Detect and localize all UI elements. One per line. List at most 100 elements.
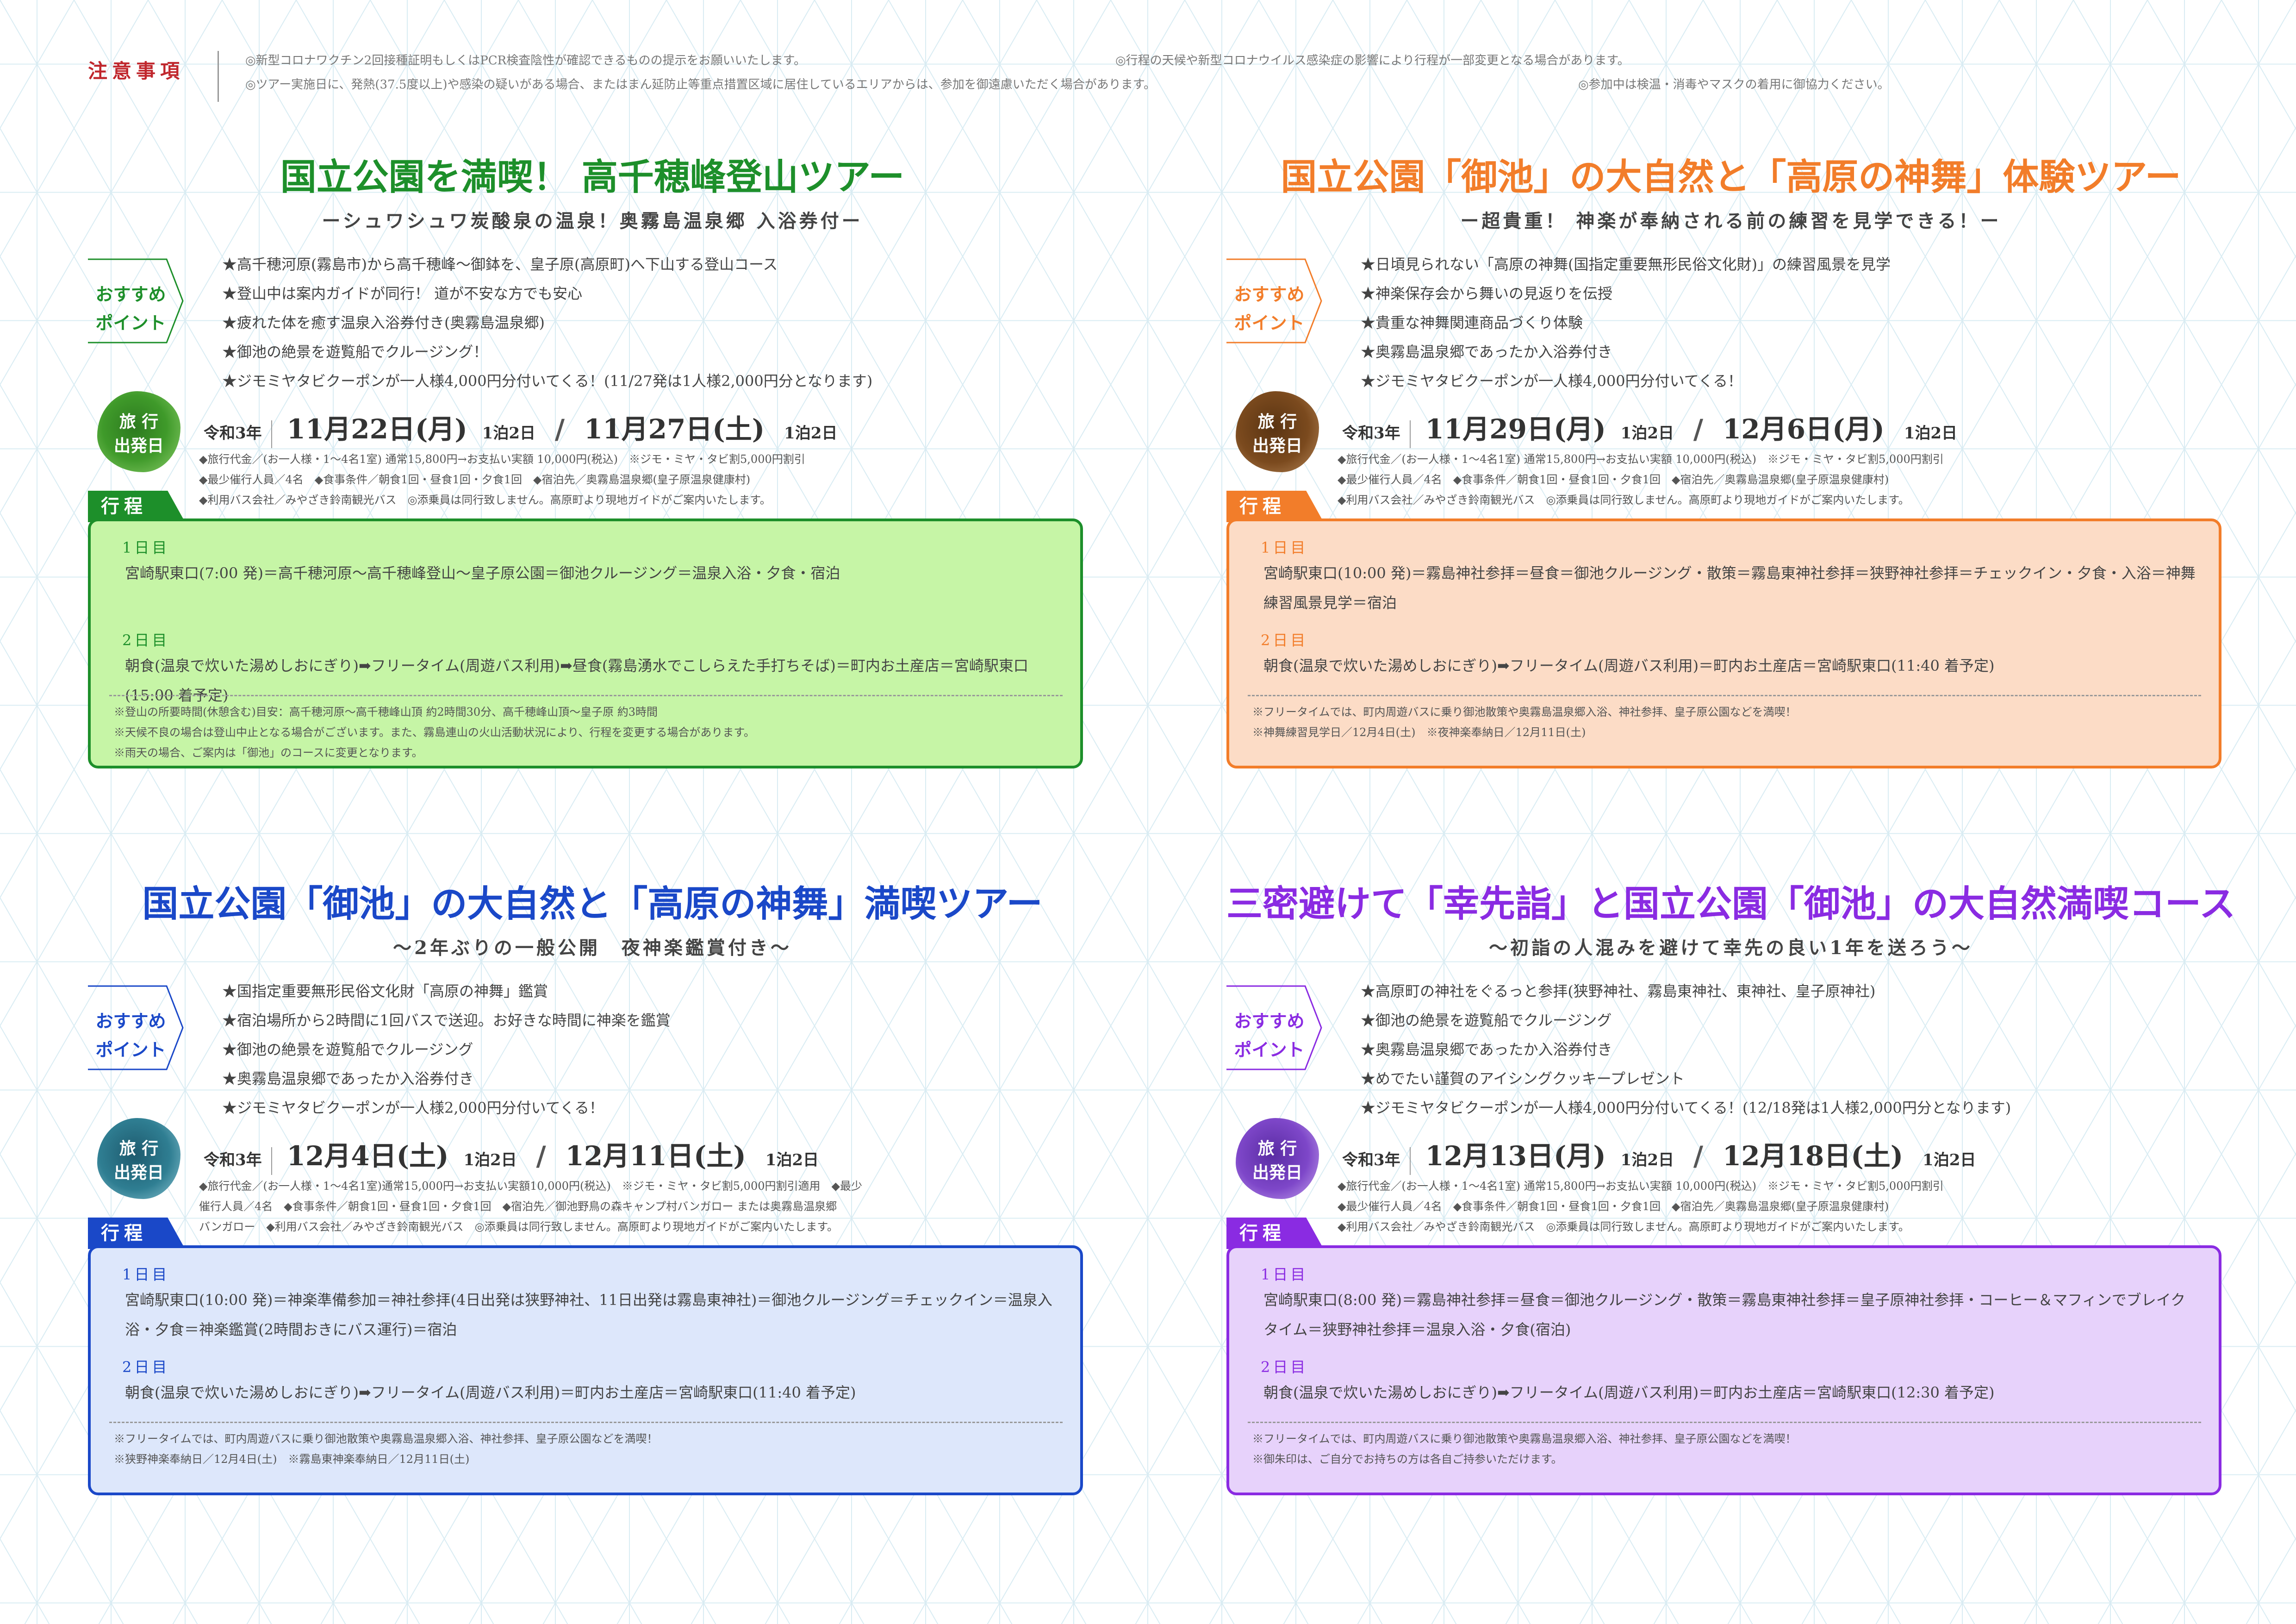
departure-nights-2: 1泊2日 [765, 1151, 819, 1169]
departure-nights-2: 1泊2日 [784, 424, 838, 443]
day-label: 2日目 [122, 1358, 170, 1376]
notice-item: ◎行程の天候や新型コロナウイルス感染症の影響により行程が一部変更となる場合があり… [1115, 54, 1630, 68]
itinerary-day-2: 2日目 朝食(温泉で炊いた湯めしおにぎり)➡フリータイム(周遊バス利用)＝町内お… [114, 1355, 1058, 1407]
itinerary-tab: 行程 [88, 491, 185, 522]
recommend-point: ★御池の絶景を遊覧船でクルージング！ [222, 343, 488, 361]
tour-fine-print-line: バンガロー ◆利用バス会社／みやざき鈴南観光バス ◎添乗員は同行致しません。高原… [199, 1220, 838, 1233]
recommend-point: ★疲れた体を癒す温泉入浴券付き(奥霧島温泉郷) [222, 314, 545, 331]
itinerary-notes: ※フリータイムでは、町内周遊バスに乗り御池散策や奥霧島温泉郷入浴、神社参拝、皇子… [1252, 702, 2196, 743]
recommend-label-line: ポイント [95, 1039, 166, 1060]
itinerary-note-line: ※フリータイムでは、町内周遊バスに乗り御池散策や奥霧島温泉郷入浴、神社参拝、皇子… [1252, 706, 1797, 718]
day-text: 朝食(温泉で炊いた湯めしおにぎり)➡フリータイム(周遊バス利用)＝町内お土産店＝… [1263, 657, 1995, 675]
departure-era: 令和3年 [204, 424, 262, 443]
recommend-point: ★日頃見られない「高原の神舞(国指定重要無形民俗文化財)」の練習風景を見学 [1361, 256, 1891, 273]
departure-era: 令和3年 [1342, 1151, 1400, 1169]
departure-dates: 令和3年 11月22日(月) 1泊2日 / 11月27日(土) 1泊2日 [204, 407, 837, 448]
departure-date-2: 12月6日(月) [1722, 413, 1885, 445]
itinerary-note-line: ※登山の所要時間(休憩含む)目安：高千穂河原〜高千穂峰山頂 約2時間30分、高千… [114, 706, 658, 718]
day-text: 朝食(温泉で炊いた湯めしおにぎり)➡フリータイム(周遊バス利用)＝町内お土産店＝… [1263, 1384, 1995, 1401]
tour-fine-print-line: ◆利用バス会社／みやざき鈴南観光バス ◎添乗員は同行致しません。高原町より現地ガ… [1338, 1220, 1910, 1233]
tour-fine-print: ◆旅行代金／(お一人様・1〜4名1室)通常15,000円→お支払い実額10,00… [199, 1176, 1088, 1237]
itinerary-note-line: ※フリータイムでは、町内周遊バスに乗り御池散策や奥霧島温泉郷入浴、神社参拝、皇子… [1252, 1432, 1797, 1445]
itinerary-box: 1日目 宮崎駅東口(10:00 発)＝神楽準備参加＝神社参拝(4日出発は狭野神社… [88, 1245, 1083, 1495]
itinerary-day-2: 2日目 朝食(温泉で炊いた湯めしおにぎり)➡フリータイム(周遊バス利用)＝町内お… [1252, 628, 2196, 681]
itinerary-day-1: 1日目 宮崎駅東口(7:00 発)＝高千穂河原〜高千穂峰登山〜皇子原公園＝御池ク… [114, 535, 1058, 588]
departure-nights-2: 1泊2日 [1904, 424, 1958, 443]
recommend-label-line: ポイント [95, 312, 166, 333]
itinerary-box: 1日目 宮崎駅東口(8:00 発)＝霧島神社参拝＝昼食＝御池クルージング・散策＝… [1226, 1245, 2221, 1495]
recommend-point: ★ジモミヤタビクーポンが一人様2,000円分付いてくる！ [222, 1099, 604, 1117]
tour-subtitle: 〜2年ぶりの一般公開 夜神楽鑑賞付き〜 [393, 937, 792, 959]
notice-item: ◎ツアー実施日に、発熱(37.5度以上)や感染の疑いがある場合、またはまん延防止… [245, 78, 1156, 92]
tour-fine-print-line: ◆最少催行人員／4名 ◆食事条件／朝食1回・昼食1回・夕食1回 ◆宿泊先／奥霧島… [1338, 1200, 1889, 1213]
tour-fine-print-line: ◆旅行代金／(お一人様・1〜4名1室) 通常15,800円→お支払い実額 10,… [199, 453, 805, 466]
itinerary-tab: 行程 [88, 1218, 185, 1249]
departure-date-2: 12月11日(土) [565, 1140, 746, 1172]
recommend-points-list: ★高千穂河原(霧島市)から高千穂峰〜御鉢を、皇子原(高原町)へ下山する登山コース… [222, 250, 1092, 396]
recommend-label-line: おすすめ [1234, 1011, 1305, 1031]
recommend-point: ★めでたい謹賀のアイシングクッキープレゼント [1361, 1070, 1685, 1087]
day-label: 1日目 [122, 539, 170, 556]
departure-badge-line: 旅 行 [1257, 1139, 1297, 1158]
tour-panel-saisaki: 三密避けて「幸先詣」と国立公園「御池」の大自然満喫コース 〜初詣の人混みを避けて… [1226, 875, 2235, 1597]
departure-badge: 旅 行 出発日 [97, 1118, 180, 1199]
tour-fine-print-line: ◆利用バス会社／みやざき鈴南観光バス ◎添乗員は同行致しません。高原町より現地ガ… [1338, 493, 1910, 506]
recommend-label-line: ポイント [1234, 1039, 1305, 1060]
departure-nights-1: 1泊2日 [463, 1151, 517, 1169]
recommend-label-line: おすすめ [95, 284, 166, 305]
departure-badge-line: 出発日 [113, 1163, 164, 1182]
tour-panel-kanme-enjoy: 国立公園「御池」の大自然と「高原の神舞」満喫ツアー 〜2年ぶりの一般公開 夜神楽… [88, 875, 1097, 1597]
tour-fine-print-line: ◆旅行代金／(お一人様・1〜4名1室)通常15,000円→お支払い実額10,00… [199, 1180, 862, 1193]
tour-fine-print-line: ◆最少催行人員／4名 ◆食事条件／朝食1回・昼食1回・夕食1回 ◆宿泊先／奥霧島… [1338, 473, 1889, 486]
departure-badge: 旅 行 出発日 [97, 391, 180, 472]
itinerary-note-line: ※狭野神楽奉納日／12月4日(土) ※霧島東神楽奉納日／12月11日(土) [114, 1453, 470, 1466]
day-label: 2日目 [122, 631, 170, 649]
tour-fine-print-line: ◆利用バス会社／みやざき鈴南観光バス ◎添乗員は同行致しません。高原町より現地ガ… [199, 493, 771, 506]
recommend-point: ★ジモミヤタビクーポンが一人様4,000円分付いてくる！(11/27発は1人様2… [222, 372, 873, 390]
itinerary-day-1: 1日目 宮崎駅東口(8:00 発)＝霧島神社参拝＝昼食＝御池クルージング・散策＝… [1252, 1262, 2196, 1344]
recommend-point: ★奥霧島温泉郷であったか入浴券付き [1361, 343, 1612, 361]
recommend-point: ★ジモミヤタビクーポンが一人様4,000円分付いてくる！ [1361, 372, 1743, 390]
itinerary-divider [109, 1422, 1063, 1423]
day-text: 朝食(温泉で炊いた湯めしおにぎり)➡フリータイム(周遊バス利用)＝町内お土産店＝… [125, 1384, 856, 1401]
notice-label: 注意事項 [88, 60, 185, 82]
itinerary-day-1: 1日目 宮崎駅東口(10:00 発)＝神楽準備参加＝神社参拝(4日出発は狭野神社… [114, 1262, 1058, 1344]
day-text: 宮崎駅東口(8:00 発)＝霧島神社参拝＝昼食＝御池クルージング・散策＝霧島東神… [1263, 1291, 2186, 1338]
departure-date-1: 11月22日(月) [286, 413, 467, 445]
itinerary-note-line: ※神舞練習見学日／12月4日(土) ※夜神楽奉納日／12月11日(土) [1252, 726, 1586, 739]
tour-title: 国立公園「御池」の大自然と「高原の神舞」体験ツアー [1281, 156, 2181, 198]
tour-fine-print-line: ◆旅行代金／(お一人様・1〜4名1室) 通常15,800円→お支払い実額 10,… [1338, 1180, 1944, 1193]
recommend-point: ★高原町の神社をぐるっと参拝(狭野神社、霧島東神社、東神社、皇子原神社) [1361, 982, 1876, 1000]
departure-badge-line: 出発日 [113, 436, 164, 456]
notice-section: 注意事項 ◎新型コロナワクチン2回接種証明もしくはPCR検査陰性が確認できるもの… [88, 51, 2240, 102]
tour-panel-kanme-experience: 国立公園「御池」の大自然と「高原の神舞」体験ツアー ー超貴重！ 神楽が奉納される… [1226, 148, 2235, 870]
departure-date-1: 12月13日(月) [1425, 1140, 1606, 1172]
departure-badge-line: 旅 行 [1257, 412, 1297, 431]
tour-title: 三密避けて「幸先詣」と国立公園「御池」の大自然満喫コース [1226, 883, 2236, 925]
recommend-points-list: ★国指定重要無形民俗文化財「高原の神舞」鑑賞 ★宿泊場所から2時間に1回バスで送迎… [222, 977, 1092, 1123]
itinerary-tab: 行程 [1226, 1218, 1324, 1249]
recommend-label-line: おすすめ [95, 1011, 166, 1031]
departure-dates: 令和3年 12月13日(月) 1泊2日 / 12月18日(土) 1泊2日 [1342, 1134, 1976, 1175]
departure-nights-1: 1泊2日 [1620, 1151, 1674, 1169]
departure-nights-2: 1泊2日 [1923, 1151, 1976, 1169]
itinerary-note-line: ※雨天の場合、ご案内は「御池」のコースに変更となります。 [114, 746, 423, 759]
itinerary-divider [1248, 1422, 2201, 1423]
recommend-point: ★貴重な神舞関連商品づくり体験 [1361, 314, 1583, 331]
recommend-label-line: ポイント [1234, 312, 1305, 333]
itinerary-divider [1248, 695, 2201, 696]
day-text: 宮崎駅東口(7:00 発)＝高千穂河原〜高千穂峰登山〜皇子原公園＝御池クルージン… [125, 564, 840, 582]
departure-badge-line: 出発日 [1252, 1163, 1302, 1182]
itinerary-notes: ※フリータイムでは、町内周遊バスに乗り御池散策や奥霧島温泉郷入浴、神社参拝、皇子… [114, 1429, 1058, 1469]
departure-dates: 令和3年 11月29日(月) 1泊2日 / 12月6日(月) 1泊2日 [1342, 407, 1957, 448]
tour-subtitle: ー超貴重！ 神楽が奉納される前の練習を見学できる！ー [1460, 210, 2002, 232]
departure-badge: 旅 行 出発日 [1236, 1118, 1319, 1199]
tour-fine-print-line: 催行人員／4名 ◆食事条件／朝食1回・昼食1回・夕食1回 ◆宿泊先／御池野鳥の森… [199, 1200, 837, 1213]
recommend-point: ★登山中は案内ガイドが同行！ 道が不安な方でも安心 [222, 285, 583, 302]
itinerary-box: 1日目 宮崎駅東口(7:00 発)＝高千穂河原〜高千穂峰登山〜皇子原公園＝御池ク… [88, 518, 1083, 768]
tour-subtitle: 〜初詣の人混みを避けて幸先の良い1年を送ろう〜 [1489, 937, 1973, 959]
notice-item: ◎参加中は検温・消毒やマスクの着用に御協力ください。 [1578, 78, 1890, 92]
day-text: 朝食(温泉で炊いた湯めしおにぎり)➡フリータイム(周遊バス利用)➡昼食(霧島湧水… [125, 657, 1028, 704]
itinerary-notes: ※登山の所要時間(休憩含む)目安：高千穂河原〜高千穂峰山頂 約2時間30分、高千… [114, 702, 1058, 763]
recommend-label-line: おすすめ [1234, 284, 1305, 305]
